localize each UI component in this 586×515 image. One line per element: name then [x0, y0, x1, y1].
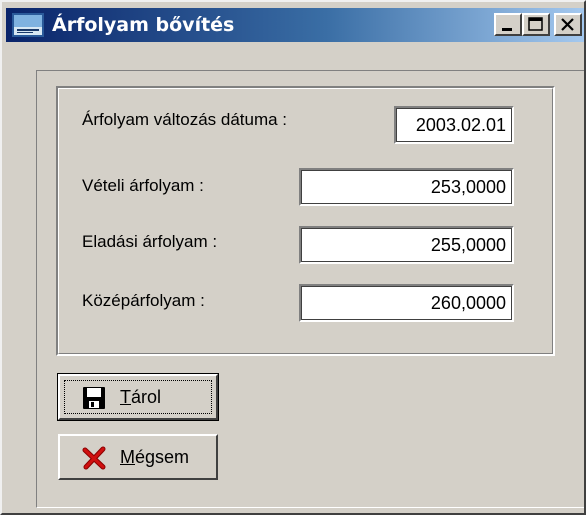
- date-field[interactable]: 2003.02.01: [394, 106, 514, 144]
- title-bar[interactable]: Árfolyam bővítés: [6, 8, 584, 42]
- save-label: Tárol: [120, 387, 162, 407]
- sell-rate-label: Eladási árfolyam :: [82, 232, 218, 251]
- date-label: Árfolyam változás dátuma :: [82, 110, 288, 129]
- app-logo-icon: [12, 13, 44, 37]
- close-button[interactable]: [554, 13, 582, 36]
- dialog-window: Árfolyam bővítés Árfolyam változás dátum…: [0, 0, 586, 515]
- close-icon: [561, 18, 574, 31]
- mid-rate-field[interactable]: 260,0000: [299, 284, 514, 322]
- cancel-button[interactable]: Mégsem: [58, 434, 218, 480]
- maximize-icon: [528, 17, 543, 31]
- red-x-icon: [82, 446, 106, 470]
- sell-rate-field[interactable]: 255,0000: [299, 226, 514, 264]
- minimize-icon: [502, 28, 512, 31]
- minimize-button[interactable]: [494, 13, 522, 36]
- maximize-button[interactable]: [522, 13, 550, 36]
- save-button[interactable]: Tárol: [57, 373, 219, 421]
- buy-rate-field[interactable]: 253,0000: [299, 168, 514, 206]
- floppy-disk-icon: [83, 387, 105, 409]
- window-title: Árfolyam bővítés: [52, 14, 235, 36]
- cancel-label: Mégsem: [120, 447, 190, 467]
- mid-rate-label: Középárfolyam :: [82, 291, 205, 310]
- buy-rate-label: Vételi árfolyam :: [82, 176, 204, 195]
